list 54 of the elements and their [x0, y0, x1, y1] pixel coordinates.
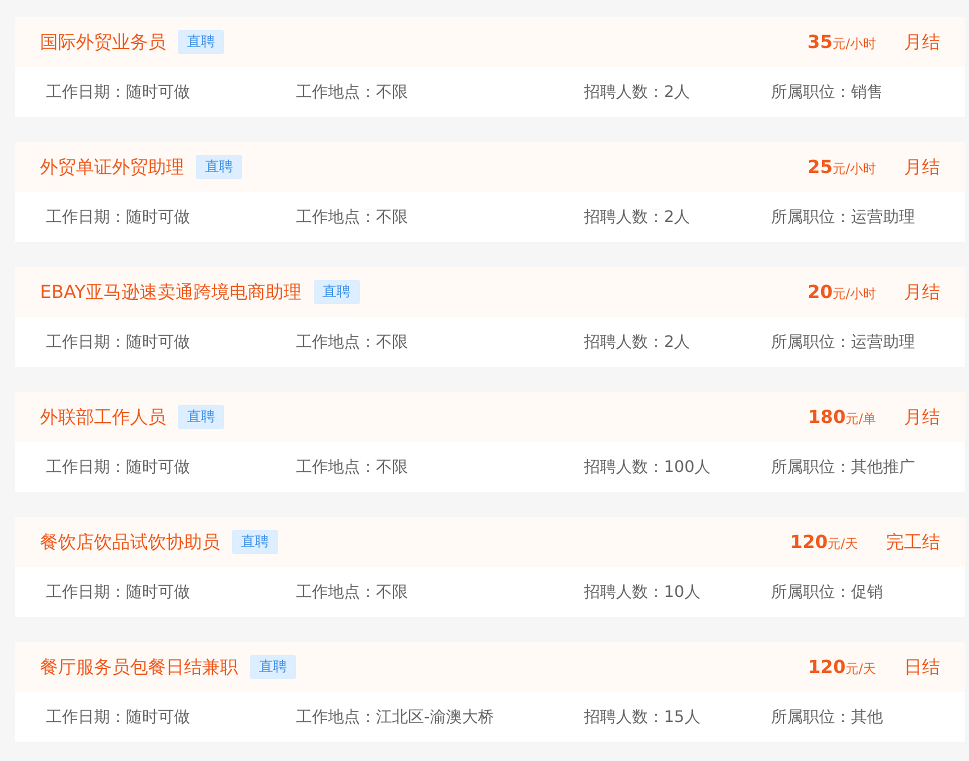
detail-text: 工作地点：江北区-渝澳大桥	[296, 706, 495, 728]
settlement: 月结	[904, 281, 940, 304]
detail-text: 招聘人数：2人	[584, 82, 692, 102]
tag: 直聘	[250, 655, 296, 679]
detail-text: 工作地点：不限	[296, 456, 409, 478]
price: 35	[808, 32, 833, 53]
settlement: 月结	[904, 156, 940, 179]
price: 180	[808, 407, 846, 428]
detail-text: 工作日期：随时可做	[46, 582, 191, 602]
price: 120	[790, 532, 828, 553]
detail-text: 工作日期：随时可做	[46, 206, 191, 228]
price-unit: 元/天	[828, 537, 858, 552]
price: 25	[808, 157, 833, 178]
job-title-link[interactable]: 外联部工作人员	[40, 405, 166, 429]
detail-text: 工作地点：不限	[296, 206, 409, 228]
detail-text: 工作日期：随时可做	[46, 456, 191, 478]
settlement: 月结	[904, 31, 940, 54]
settlement: 日结	[904, 656, 940, 679]
price: 120	[808, 657, 846, 678]
price: 20	[808, 282, 833, 303]
detail-text: 所属职位：销售	[771, 82, 884, 102]
detail-text: 招聘人数：2人	[584, 332, 692, 352]
tag: 直聘	[178, 30, 224, 54]
price-unit: 元/天	[846, 662, 876, 677]
detail-text: 招聘人数：2人	[584, 206, 692, 228]
price-unit: 元/小时	[832, 37, 876, 52]
detail-text: 工作地点：不限	[296, 332, 409, 352]
tag: 直聘	[314, 280, 360, 304]
detail-text: 工作地点：不限	[296, 582, 409, 602]
detail-text: 所属职位：运营助理	[771, 332, 916, 352]
tag: 直聘	[178, 405, 224, 429]
detail-text: 招聘人数：100人	[584, 456, 712, 478]
job-title-link[interactable]: 国际外贸业务员	[40, 30, 166, 54]
detail-text: 工作日期：随时可做	[46, 82, 191, 102]
job-title-link[interactable]: 餐厅服务员包餐日结兼职	[40, 655, 238, 679]
detail-text: 所属职位：其他推广	[771, 456, 916, 478]
price-unit: 元/小时	[832, 287, 876, 302]
price-unit: 元/单	[846, 412, 876, 427]
detail-text: 工作日期：随时可做	[46, 706, 191, 728]
settlement: 月结	[904, 406, 940, 429]
job-title-link[interactable]: 外贸单证外贸助理	[40, 155, 184, 179]
tag: 直聘	[196, 155, 242, 179]
price-unit: 元/小时	[832, 162, 876, 177]
job-title-link[interactable]: EBAY亚马逊速卖通跨境电商助理	[40, 280, 302, 304]
detail-text: 招聘人数：10人	[584, 582, 702, 602]
detail-text: 所属职位：其他	[771, 706, 884, 728]
detail-text: 工作地点：不限	[296, 82, 409, 102]
detail-text: 工作日期：随时可做	[46, 332, 191, 352]
settlement: 完工结	[886, 531, 940, 554]
tag: 直聘	[232, 530, 278, 554]
detail-text: 招聘人数：15人	[584, 706, 702, 728]
job-title-link[interactable]: 餐饮店饮品试饮协助员	[40, 530, 220, 554]
detail-text: 所属职位：运营助理	[771, 206, 916, 228]
detail-text: 所属职位：促销	[771, 582, 884, 602]
